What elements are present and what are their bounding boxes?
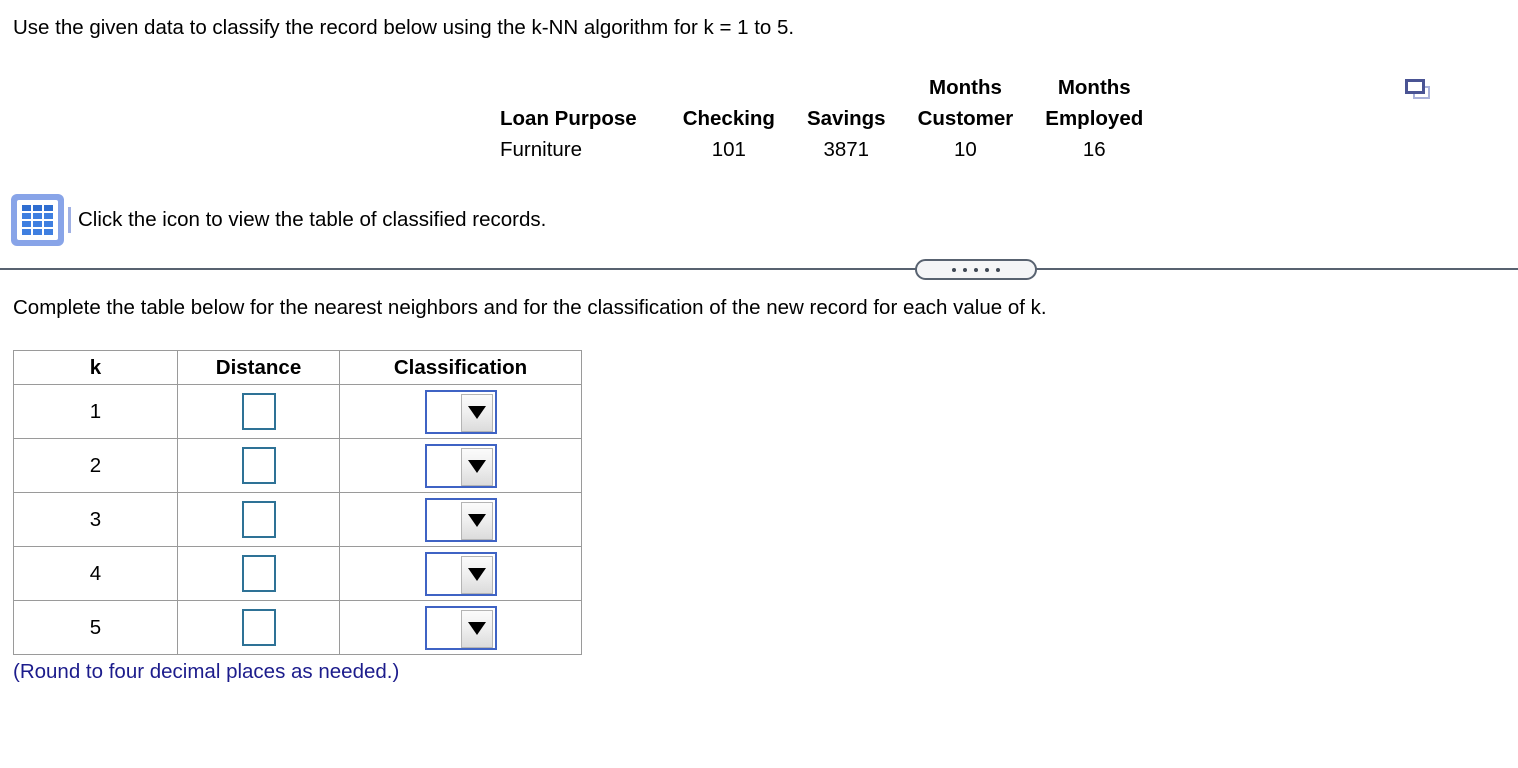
dropdown-arrow-glyph: [467, 514, 486, 527]
chevron-down-icon[interactable]: [460, 501, 493, 540]
answer-header-classification: Classification: [339, 350, 582, 385]
answer-header-distance: Distance: [177, 350, 340, 385]
chevron-down-icon[interactable]: [460, 555, 493, 594]
divider-dot: [996, 267, 1000, 272]
table-grid-icon-inner: [17, 200, 58, 240]
answer-k-value: 5: [13, 600, 178, 655]
record-header-savings: Savings: [806, 107, 886, 130]
chevron-down-icon[interactable]: [460, 447, 493, 486]
given-record-table: Loan Purpose Checking Savings Months Cus…: [500, 72, 1159, 165]
answer-classification-cell: [339, 384, 582, 439]
answer-classification-cell: [339, 546, 582, 601]
dropdown-arrow-glyph: [467, 622, 486, 635]
classification-dropdown-wrap-4: [424, 551, 497, 596]
record-value-months-customer: 10: [954, 138, 977, 161]
chevron-down-icon[interactable]: [460, 609, 493, 648]
task-instruction: Complete the table below for the nearest…: [13, 296, 1047, 319]
table-row: 4: [13, 546, 582, 601]
duplicate-window-front-rect: [1405, 79, 1425, 94]
table-row: 3: [13, 492, 582, 547]
record-header-months-customer: Months Customer: [917, 76, 1014, 130]
answer-k-value: 4: [13, 546, 178, 601]
classification-dropdown-wrap-2: [424, 443, 497, 488]
dropdown-arrow-glyph: [467, 568, 486, 581]
classification-dropdown-1[interactable]: [424, 389, 497, 434]
answer-header-row: k Distance Classification: [13, 350, 582, 385]
record-header-row: Loan Purpose Checking Savings Months Cus…: [500, 72, 1159, 134]
answer-classification-cell: [339, 492, 582, 547]
classification-dropdown-wrap-3: [424, 497, 497, 542]
distance-input-1[interactable]: [241, 393, 276, 430]
answer-classification-cell: [339, 600, 582, 655]
record-value-savings: 3871: [823, 138, 870, 161]
record-value-row: Furniture 101 3871 10 16: [500, 134, 1159, 165]
rounding-note: (Round to four decimal places as needed.…: [13, 660, 400, 683]
table-grid-icon[interactable]: [11, 194, 64, 246]
record-header-months-employed: Months Employed: [1045, 76, 1144, 130]
record-header-loan-purpose: Loan Purpose: [500, 107, 637, 130]
answer-distance-cell: [177, 384, 340, 439]
divider-dot: [952, 267, 956, 272]
classification-dropdown-wrap-1: [424, 389, 497, 434]
grid-glyph: [22, 205, 53, 235]
table-row: 5: [13, 600, 582, 655]
distance-input-2[interactable]: [241, 447, 276, 484]
divider-expand-handle[interactable]: [915, 259, 1037, 280]
divider-dot: [985, 267, 989, 272]
classification-dropdown-3[interactable]: [424, 497, 497, 542]
classification-dropdown-2[interactable]: [424, 443, 497, 488]
distance-input-4[interactable]: [241, 555, 276, 592]
duplicate-window-icon[interactable]: [1404, 78, 1432, 102]
classification-dropdown-5[interactable]: [424, 605, 497, 650]
dropdown-arrow-glyph: [467, 460, 486, 473]
table-row: 1: [13, 384, 582, 439]
answer-distance-cell: [177, 546, 340, 601]
answer-k-value: 3: [13, 492, 178, 547]
record-value-loan-purpose: Furniture: [500, 138, 583, 161]
chevron-down-icon[interactable]: [460, 393, 493, 432]
answer-k-value: 1: [13, 384, 178, 439]
section-divider: [0, 268, 1518, 270]
answer-classification-cell: [339, 438, 582, 493]
classification-dropdown-wrap-5: [424, 605, 497, 650]
classification-dropdown-4[interactable]: [424, 551, 497, 596]
answer-distance-cell: [177, 600, 340, 655]
record-value-months-employed: 16: [1082, 138, 1106, 161]
answer-distance-cell: [177, 492, 340, 547]
divider-dot: [974, 267, 978, 272]
answer-distance-cell: [177, 438, 340, 493]
divider-dot: [963, 267, 967, 272]
dropdown-arrow-glyph: [467, 406, 486, 419]
distance-input-3[interactable]: [241, 501, 276, 538]
table-row: 2: [13, 438, 582, 493]
distance-input-5[interactable]: [241, 609, 276, 646]
answer-header-k: k: [13, 350, 178, 385]
record-value-checking: 101: [711, 138, 746, 161]
answer-k-value: 2: [13, 438, 178, 493]
question-prompt: Use the given data to classify the recor…: [13, 16, 795, 39]
table-icon-caption: Click the icon to view the table of clas…: [68, 207, 546, 233]
answer-table: k Distance Classification 1 2 3 4 5: [13, 350, 582, 655]
record-header-checking: Checking: [682, 107, 775, 130]
view-classified-records-row: Click the icon to view the table of clas…: [11, 194, 546, 246]
